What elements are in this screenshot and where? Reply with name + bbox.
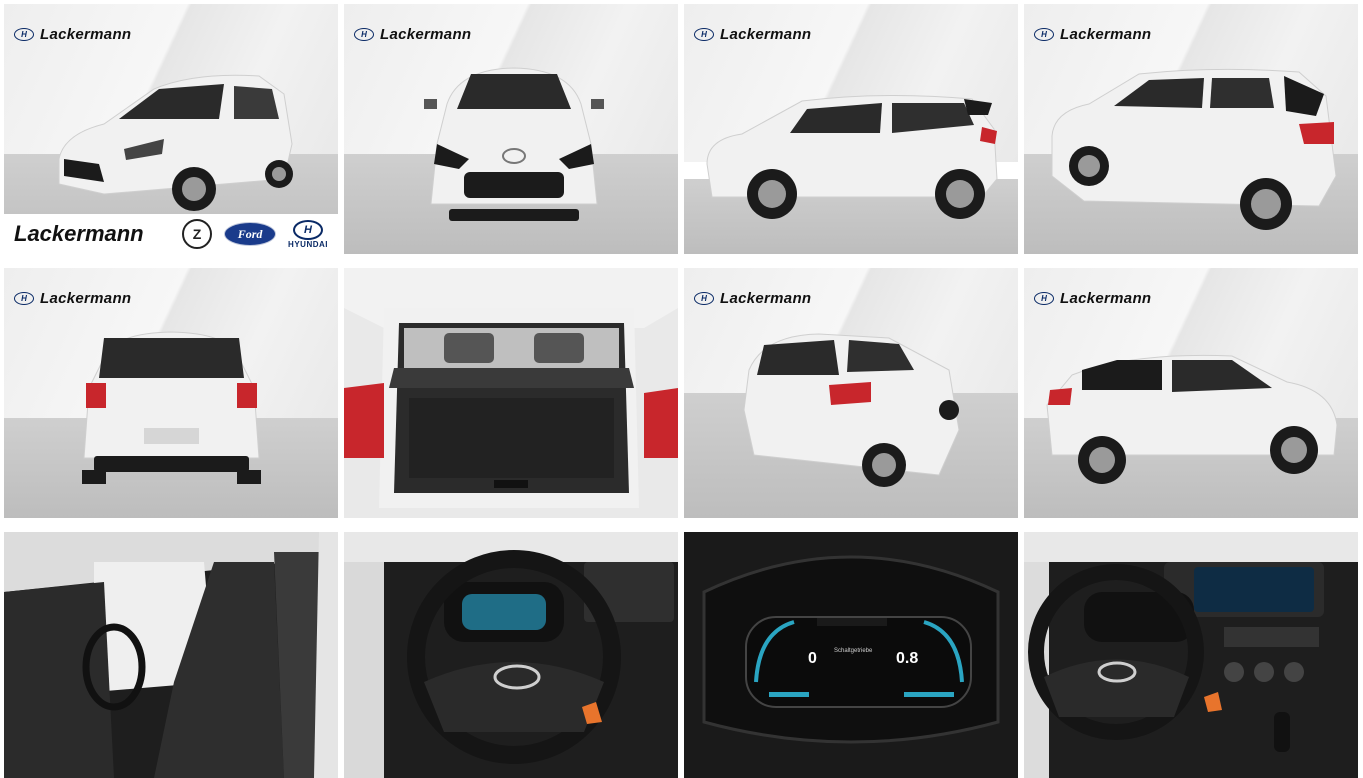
dealer-name: Lackermann: [1060, 290, 1152, 307]
photo-gallery: H Lackermann Lackermann Z Ford H HYUNDAI: [0, 0, 1363, 778]
car-photo-icon: [1024, 532, 1358, 778]
hyundai-logo-icon: H: [1034, 292, 1054, 305]
photo-tile-6[interactable]: [344, 268, 678, 518]
photo-tile-1[interactable]: H Lackermann Lackermann Z Ford H HYUNDAI: [4, 4, 338, 254]
photo-tile-2[interactable]: H Lackermann: [344, 4, 678, 254]
ford-logo-icon: Ford: [224, 222, 277, 246]
dealer-logo: H Lackermann: [694, 26, 811, 43]
hyundai-logo-icon: H: [354, 28, 374, 41]
dealer-logo: H Lackermann: [694, 290, 811, 307]
dealer-logo: H Lackermann: [14, 290, 131, 307]
hyundai-logo-icon: H: [14, 292, 34, 305]
banner-dealer-name: Lackermann: [14, 221, 144, 246]
gear-mode-label: Schaltgetriebe: [834, 648, 873, 654]
car-photo-icon: [706, 94, 998, 219]
hyundai-logo-icon: H HYUNDAI: [288, 219, 328, 249]
brand-logos: Z Ford H HYUNDAI: [182, 219, 328, 249]
dealer-logo: H Lackermann: [1034, 290, 1151, 307]
hyundai-logo-icon: H: [694, 292, 714, 305]
range-readout: 0.8: [896, 650, 919, 667]
hyundai-mark: H: [293, 219, 324, 240]
speed-readout: 0: [808, 650, 817, 667]
dealer-name: Lackermann: [40, 26, 132, 43]
car-photo-icon: [344, 532, 678, 778]
car-photo-icon: [684, 532, 1018, 778]
dealer-name: Lackermann: [380, 26, 472, 43]
car-photo-icon: [58, 74, 293, 211]
dealer-banner: Lackermann Z Ford H HYUNDAI: [4, 214, 338, 254]
car-photo-icon: [1046, 354, 1338, 484]
photo-tile-5[interactable]: H Lackermann: [4, 268, 338, 518]
hyundai-logo-icon: H: [694, 28, 714, 41]
dealer-name: Lackermann: [1060, 26, 1152, 43]
car-photo-icon: [82, 331, 261, 484]
opel-logo-icon: Z: [182, 219, 213, 249]
car-photo-icon: [424, 67, 604, 221]
hyundai-logo-icon: H: [14, 28, 34, 41]
hyundai-logo-icon: H: [1034, 28, 1054, 41]
dealer-name: Lackermann: [40, 290, 132, 307]
photo-tile-7[interactable]: H Lackermann: [684, 268, 1018, 518]
dealer-logo: H Lackermann: [1034, 26, 1151, 43]
dealer-logo: H Lackermann: [14, 26, 131, 43]
car-photo-icon: [344, 268, 678, 508]
photo-tile-8[interactable]: H Lackermann: [1024, 268, 1358, 518]
photo-tile-9[interactable]: [4, 532, 338, 778]
photo-tile-11[interactable]: 0 0.8 Schaltgetriebe: [684, 532, 1018, 778]
dealer-logo: H Lackermann: [354, 26, 471, 43]
photo-tile-4[interactable]: H Lackermann: [1024, 4, 1358, 254]
car-photo-icon: [1051, 68, 1337, 230]
hyundai-wordmark: HYUNDAI: [288, 239, 328, 249]
car-photo-icon: [4, 532, 338, 778]
photo-tile-3[interactable]: H Lackermann: [684, 4, 1018, 254]
photo-tile-12[interactable]: [1024, 532, 1358, 778]
dealer-name: Lackermann: [720, 290, 812, 307]
dealer-name: Lackermann: [720, 26, 812, 43]
car-photo-icon: [743, 333, 960, 487]
photo-tile-10[interactable]: [344, 532, 678, 778]
